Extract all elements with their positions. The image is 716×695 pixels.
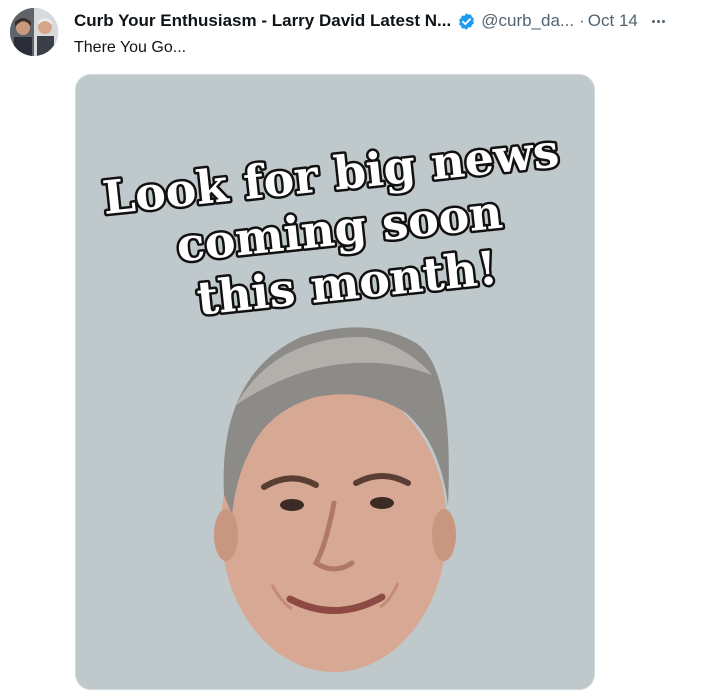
tweet-header: Curb Your Enthusiasm - Larry David Lates… <box>74 10 704 32</box>
tweet-media[interactable]: Look for big news coming soon this month… <box>75 74 595 690</box>
tweet-text: There You Go... <box>74 39 187 56</box>
separator-dot: · <box>579 11 585 30</box>
face-illustration <box>214 327 456 672</box>
verified-badge-icon <box>457 12 476 31</box>
tweet-date[interactable]: Oct 14 <box>588 11 638 31</box>
tweet-card[interactable]: Curb Your Enthusiasm - Larry David Lates… <box>0 0 716 695</box>
media-image: Look for big news coming soon this month… <box>76 75 594 689</box>
user-handle[interactable]: @curb_da... <box>481 11 574 31</box>
more-options-icon[interactable] <box>651 19 665 23</box>
avatar[interactable] <box>10 8 58 56</box>
display-name[interactable]: Curb Your Enthusiasm - Larry David Lates… <box>74 11 451 31</box>
